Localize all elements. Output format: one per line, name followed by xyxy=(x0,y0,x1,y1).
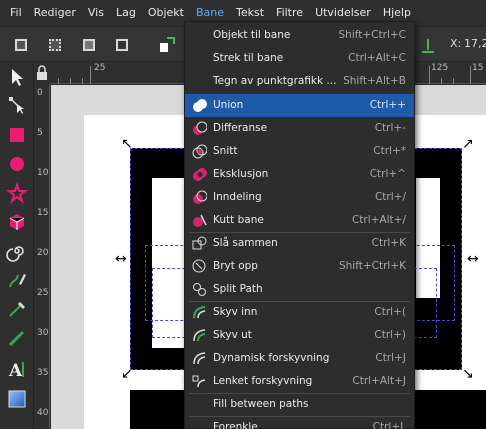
outset-icon xyxy=(192,328,207,343)
menu-item-linked-offset[interactable]: Lenket forskyvning Ctrl+Alt+J xyxy=(185,370,414,393)
ruler-label: 15 xyxy=(472,63,484,73)
menu-item-difference[interactable]: Differanse Ctrl+- xyxy=(185,117,414,140)
dynamic-offset-icon xyxy=(192,351,207,366)
ellipse-tool-icon[interactable] xyxy=(6,153,28,175)
menu-item-cut-path[interactable]: Kutt bane Ctrl+Alt+/ xyxy=(185,209,414,232)
flip-icon[interactable] xyxy=(419,36,437,54)
menu-object[interactable]: Objekt xyxy=(142,0,190,26)
menu-item-combine[interactable]: Slå sammen Ctrl+K xyxy=(185,232,414,255)
menu-item-split-path[interactable]: Split Path xyxy=(185,278,414,301)
select-all-icon[interactable] xyxy=(12,36,30,54)
combine-icon xyxy=(192,236,207,251)
ruler-label: 40 xyxy=(37,408,49,418)
black-shape[interactable] xyxy=(412,390,486,429)
scale-handle-icon[interactable]: ↔ xyxy=(115,252,127,266)
ruler-label: 35 xyxy=(37,368,49,378)
ruler-label: 25 xyxy=(37,288,49,298)
menu-item-simplify[interactable]: Forenkle Ctrl+L xyxy=(185,416,414,429)
calligraphy-tool-icon[interactable] xyxy=(6,327,28,349)
split-path-icon xyxy=(192,282,207,297)
deselect-icon[interactable] xyxy=(80,36,98,54)
selector-tool-icon[interactable] xyxy=(6,66,28,88)
exclusion-icon xyxy=(192,167,207,182)
menu-file[interactable]: Fil xyxy=(4,0,28,26)
path-menu-dropdown: Objekt til bane Shift+Ctrl+C Strek til b… xyxy=(184,21,415,429)
scale-handle-icon[interactable]: ↙ xyxy=(121,367,133,381)
menu-item-intersection[interactable]: Snitt Ctrl+* xyxy=(185,140,414,163)
scale-handle-icon[interactable]: ↗ xyxy=(462,137,474,151)
pen-tool-icon[interactable] xyxy=(6,298,28,320)
scale-handle-icon[interactable]: ↔ xyxy=(467,252,479,266)
menu-item-break-apart[interactable]: Bryt opp Shift+Ctrl+K xyxy=(185,255,414,278)
menu-item-division[interactable]: Inndeling Ctrl+/ xyxy=(185,186,414,209)
division-icon xyxy=(192,190,208,205)
ruler-label: 10 xyxy=(37,168,49,178)
cut-path-icon xyxy=(192,213,207,228)
ruler-label: 5 xyxy=(37,128,43,138)
toolbox: A xyxy=(0,62,34,429)
break-apart-icon xyxy=(192,259,207,274)
select-all-layers-icon[interactable] xyxy=(46,36,64,54)
select-same-icon[interactable] xyxy=(113,36,131,54)
node-tool-icon[interactable] xyxy=(6,94,28,116)
menu-item-fill-between-paths[interactable]: Fill between paths xyxy=(185,393,414,416)
menu-edit[interactable]: Rediger xyxy=(28,0,82,26)
linked-offset-icon xyxy=(192,374,207,389)
scale-handle-icon[interactable]: ↖ xyxy=(121,137,133,151)
menu-item-union[interactable]: Union Ctrl++ xyxy=(185,94,414,117)
intersection-icon xyxy=(192,144,208,159)
menu-item-stroke-to-path[interactable]: Strek til bane Ctrl+Alt+C xyxy=(185,47,414,70)
difference-icon xyxy=(192,121,208,136)
ruler-label: 25 xyxy=(94,63,106,73)
ruler-label: 30 xyxy=(37,328,49,338)
ruler-label: 20 xyxy=(37,248,49,258)
menu-item-object-to-path[interactable]: Objekt til bane Shift+Ctrl+C xyxy=(185,24,414,47)
rectangle-tool-icon[interactable] xyxy=(6,124,28,146)
ruler-label: 0 xyxy=(37,88,43,98)
spiral-tool-icon[interactable] xyxy=(6,240,28,262)
pencil-tool-icon[interactable] xyxy=(6,269,28,291)
3d-box-tool-icon[interactable] xyxy=(6,211,28,233)
menu-item-outset[interactable]: Skyv ut Ctrl+) xyxy=(185,324,414,347)
menu-item-inset[interactable]: Skyv inn Ctrl+( xyxy=(185,301,414,324)
x-coordinate-label: X: xyxy=(450,37,462,50)
gradient-tool-icon[interactable] xyxy=(6,388,28,410)
ruler-label: 15 xyxy=(37,208,49,218)
ruler-label: 125 xyxy=(431,63,449,73)
menu-layer[interactable]: Lag xyxy=(110,0,142,26)
text-tool-icon[interactable]: A xyxy=(6,358,28,381)
x-coordinate-value[interactable]: 17,2 xyxy=(464,37,486,50)
menu-view[interactable]: Vis xyxy=(82,0,110,26)
menu-item-trace-bitmap[interactable]: Tegn av punktgrafikk ... Shift+Alt+B xyxy=(185,70,414,93)
svg-text:A: A xyxy=(8,361,23,380)
menu-item-exclusion[interactable]: Eksklusjon Ctrl+^ xyxy=(185,163,414,186)
vertical-ruler: 0 5 10 15 20 25 30 35 40 xyxy=(34,84,50,429)
menu-item-dynamic-offset[interactable]: Dynamisk forskyvning Ctrl+J xyxy=(185,347,414,370)
rotate-icon[interactable] xyxy=(158,36,176,54)
inset-icon xyxy=(192,305,207,320)
lock-guides-icon[interactable] xyxy=(34,62,50,84)
star-tool-icon[interactable] xyxy=(6,181,28,204)
union-icon xyxy=(192,98,207,113)
scale-handle-icon[interactable]: ↘ xyxy=(462,367,474,381)
